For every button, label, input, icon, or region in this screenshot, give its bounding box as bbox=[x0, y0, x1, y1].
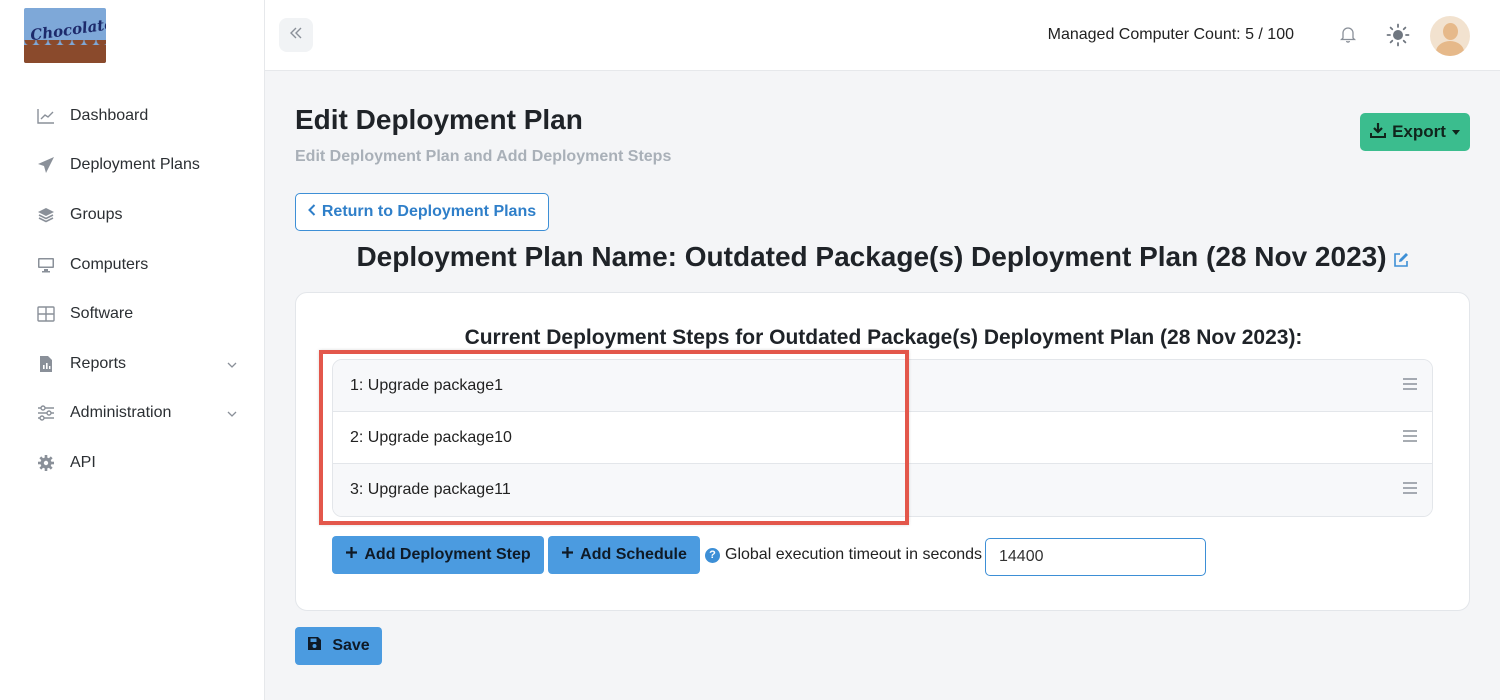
grid-icon bbox=[36, 304, 56, 324]
sidebar-item-label: Deployment Plans bbox=[70, 156, 200, 174]
steps-card-title: Current Deployment Steps for Outdated Pa… bbox=[464, 326, 1303, 349]
caret-down-icon bbox=[1451, 129, 1460, 135]
collapse-sidebar-button[interactable] bbox=[279, 18, 313, 52]
add-schedule-label: Add Schedule bbox=[580, 546, 687, 563]
page-subtitle: Edit Deployment Plan and Add Deployment … bbox=[295, 148, 672, 165]
export-label: Export bbox=[1392, 122, 1446, 141]
add-schedule-button[interactable]: Add Schedule bbox=[548, 536, 700, 574]
sidebar-item-administration[interactable]: Administration bbox=[0, 389, 265, 439]
sidebar: Chocolatey Dashboard Deployment Plans Gr… bbox=[0, 0, 265, 700]
sliders-icon bbox=[36, 403, 56, 423]
drag-handle-icon[interactable] bbox=[1402, 377, 1418, 395]
gear-icon bbox=[36, 453, 56, 473]
deployment-step-row[interactable]: 3: Upgrade package11 bbox=[333, 464, 1432, 516]
sidebar-item-dashboard[interactable]: Dashboard bbox=[0, 91, 265, 141]
drag-handle-icon[interactable] bbox=[1402, 481, 1418, 499]
bell-icon[interactable] bbox=[1339, 25, 1357, 48]
chevron-down-icon bbox=[227, 404, 237, 422]
chart-line-icon bbox=[36, 106, 56, 126]
step-label: 3: Upgrade package11 bbox=[350, 481, 511, 498]
chocolatey-logo[interactable]: Chocolatey bbox=[24, 8, 106, 63]
monitor-icon bbox=[36, 255, 56, 275]
drag-handle-icon[interactable] bbox=[1402, 429, 1418, 447]
deployment-step-row[interactable]: 2: Upgrade package10 bbox=[333, 412, 1432, 464]
top-bar: Managed Computer Count: 5 / 100 bbox=[265, 0, 1500, 71]
floppy-disk-icon bbox=[307, 636, 322, 656]
sidebar-item-software[interactable]: Software bbox=[0, 289, 265, 339]
paper-plane-icon bbox=[36, 155, 56, 175]
sidebar-item-reports[interactable]: Reports bbox=[0, 339, 265, 389]
save-button[interactable]: Save bbox=[295, 627, 382, 665]
sidebar-item-api[interactable]: API bbox=[0, 438, 265, 488]
deployment-plan-name-heading: Deployment Plan Name: Outdated Package(s… bbox=[295, 241, 1470, 275]
sidebar-item-label: Dashboard bbox=[70, 106, 149, 124]
plus-icon bbox=[345, 546, 358, 564]
sidebar-item-groups[interactable]: Groups bbox=[0, 190, 265, 240]
save-label: Save bbox=[332, 637, 370, 654]
user-avatar[interactable] bbox=[1430, 16, 1470, 56]
export-button[interactable]: Export bbox=[1360, 113, 1470, 151]
sidebar-nav: Dashboard Deployment Plans Groups Comput… bbox=[0, 91, 265, 488]
plan-name-text: Deployment Plan Name: Outdated Package(s… bbox=[356, 241, 1387, 272]
return-label: Return to Deployment Plans bbox=[321, 203, 537, 220]
deployment-steps-list: 1: Upgrade package1 2: Upgrade package10… bbox=[332, 359, 1433, 517]
global-timeout-input[interactable] bbox=[985, 538, 1206, 576]
help-icon[interactable]: ? bbox=[705, 547, 720, 563]
sidebar-item-label: Software bbox=[70, 305, 134, 323]
page-title: Edit Deployment Plan bbox=[295, 104, 583, 135]
download-icon bbox=[1370, 122, 1387, 143]
deployment-step-row[interactable]: 1: Upgrade package1 bbox=[333, 360, 1432, 412]
sidebar-item-deployment-plans[interactable]: Deployment Plans bbox=[0, 141, 265, 191]
timeout-field-label: ? Global execution timeout in seconds bbox=[705, 546, 982, 564]
sidebar-item-label: Administration bbox=[70, 404, 172, 422]
managed-computer-count: Managed Computer Count: 5 / 100 bbox=[1047, 26, 1294, 43]
add-step-label: Add Deployment Step bbox=[364, 546, 531, 563]
chevron-down-icon bbox=[227, 355, 237, 373]
timeout-label-text: Global execution timeout in seconds bbox=[725, 546, 983, 563]
file-chart-icon bbox=[36, 354, 56, 374]
plus-icon bbox=[561, 546, 574, 564]
layers-icon bbox=[36, 205, 56, 225]
edit-icon[interactable] bbox=[1393, 243, 1409, 275]
sun-icon[interactable] bbox=[1386, 23, 1410, 52]
sidebar-item-computers[interactable]: Computers bbox=[0, 240, 265, 290]
step-label: 2: Upgrade package10 bbox=[350, 428, 512, 446]
add-deployment-step-button[interactable]: Add Deployment Step bbox=[332, 536, 544, 574]
sidebar-item-label: Groups bbox=[70, 205, 123, 223]
step-label: 1: Upgrade package1 bbox=[350, 376, 503, 394]
chevron-left-icon bbox=[307, 203, 316, 221]
double-chevron-left-icon bbox=[289, 26, 303, 44]
sidebar-item-label: Reports bbox=[70, 354, 127, 372]
sidebar-item-label: API bbox=[70, 453, 96, 471]
return-to-deployment-plans-button[interactable]: Return to Deployment Plans bbox=[295, 193, 549, 231]
sidebar-item-label: Computers bbox=[70, 255, 149, 273]
